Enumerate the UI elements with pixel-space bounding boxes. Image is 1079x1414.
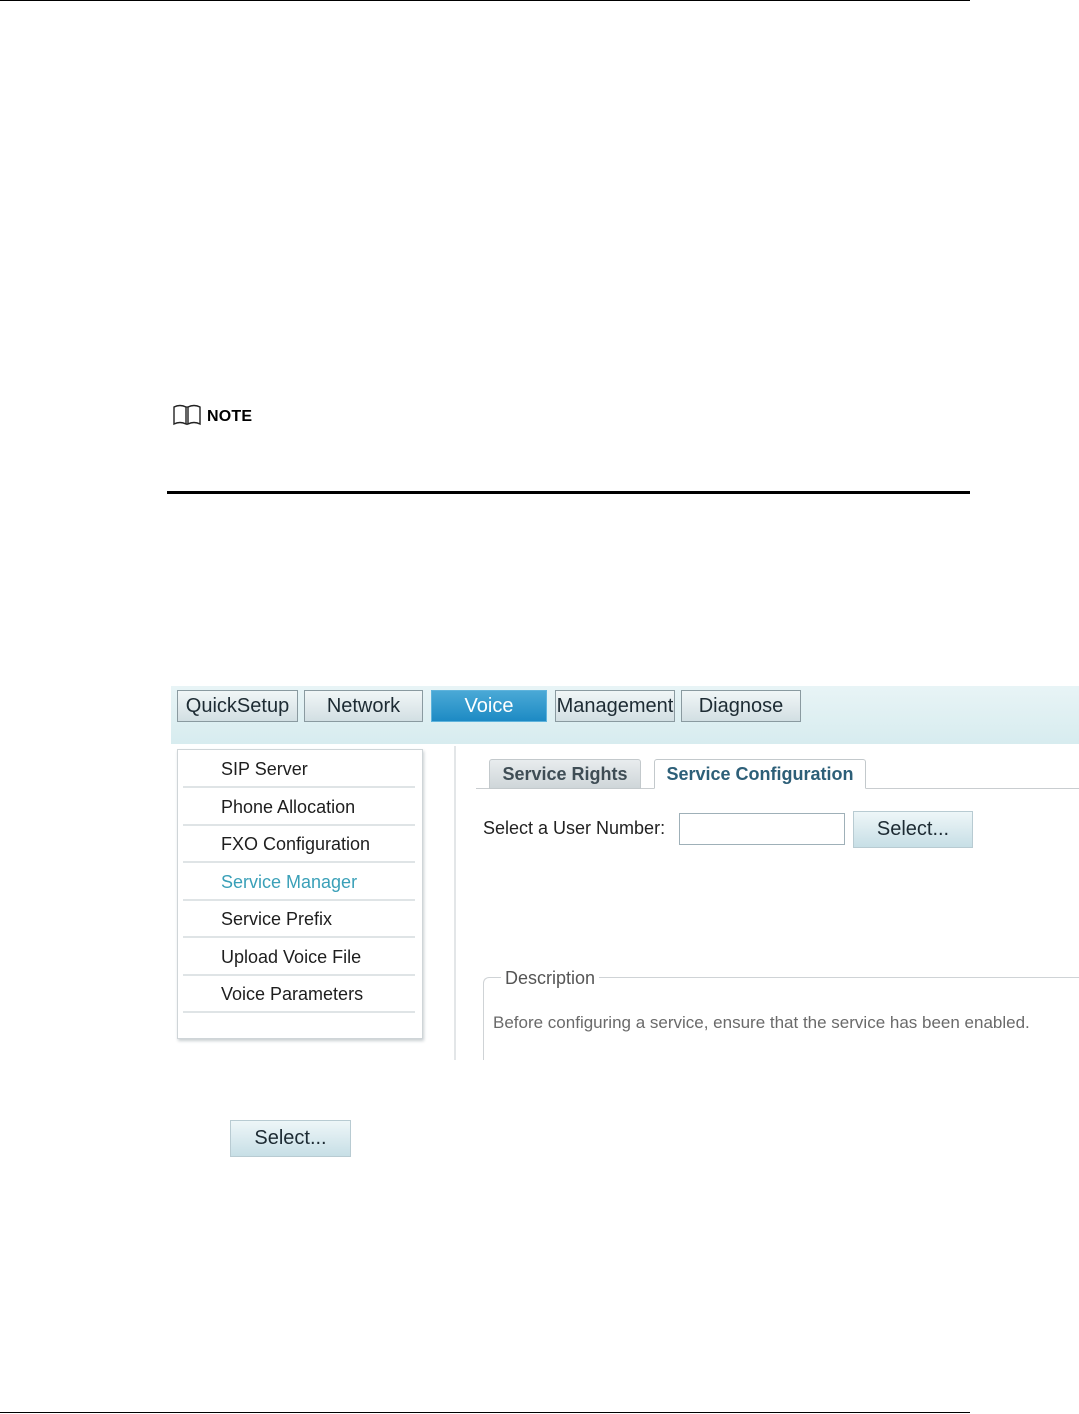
- menu-item-phone-allocation[interactable]: Phone Allocation: [183, 790, 415, 826]
- user-number-input[interactable]: [679, 813, 845, 845]
- menu-item-service-prefix[interactable]: Service Prefix: [183, 902, 415, 938]
- menu-item-voice-parameters[interactable]: Voice Parameters: [183, 977, 415, 1013]
- select-user-number-button[interactable]: Select...: [853, 811, 973, 848]
- select-button[interactable]: Select...: [230, 1120, 351, 1157]
- footer-rule: [0, 1412, 970, 1413]
- nav-tab-voice[interactable]: Voice: [431, 690, 547, 722]
- user-number-label: Select a User Number:: [483, 818, 666, 838]
- ui-screenshot: QuickSetup Network Voice Management Diag…: [171, 686, 1079, 1060]
- menu-item-service-manager[interactable]: Service Manager: [183, 865, 415, 901]
- menu-item-fxo-configuration[interactable]: FXO Configuration: [183, 827, 415, 863]
- top-nav-bar: QuickSetup Network Voice Management Diag…: [171, 686, 1079, 744]
- voice-menu-panel: SIP Server Phone Allocation FXO Configur…: [177, 749, 423, 1039]
- menu-item-upload-voice-file[interactable]: Upload Voice File: [183, 940, 415, 976]
- nav-tab-quicksetup[interactable]: QuickSetup: [177, 690, 298, 722]
- menu-item-sip-server[interactable]: SIP Server: [183, 752, 415, 788]
- note-label: NOTE: [207, 408, 253, 425]
- panel-divider: [454, 746, 456, 1060]
- book-icon: [172, 404, 202, 430]
- tab-service-rights[interactable]: Service Rights: [489, 759, 641, 789]
- note-heading: NOTE: [172, 404, 252, 430]
- nav-tab-network[interactable]: Network: [304, 690, 423, 722]
- note-rule: [167, 491, 970, 494]
- tab-service-configuration[interactable]: Service Configuration: [654, 759, 866, 789]
- header-rule: [0, 0, 970, 1]
- description-text: Before configuring a service, ensure tha…: [493, 1013, 1030, 1032]
- nav-tab-diagnose[interactable]: Diagnose: [681, 690, 801, 722]
- description-legend: Description: [501, 968, 600, 989]
- nav-tab-management[interactable]: Management: [555, 690, 675, 722]
